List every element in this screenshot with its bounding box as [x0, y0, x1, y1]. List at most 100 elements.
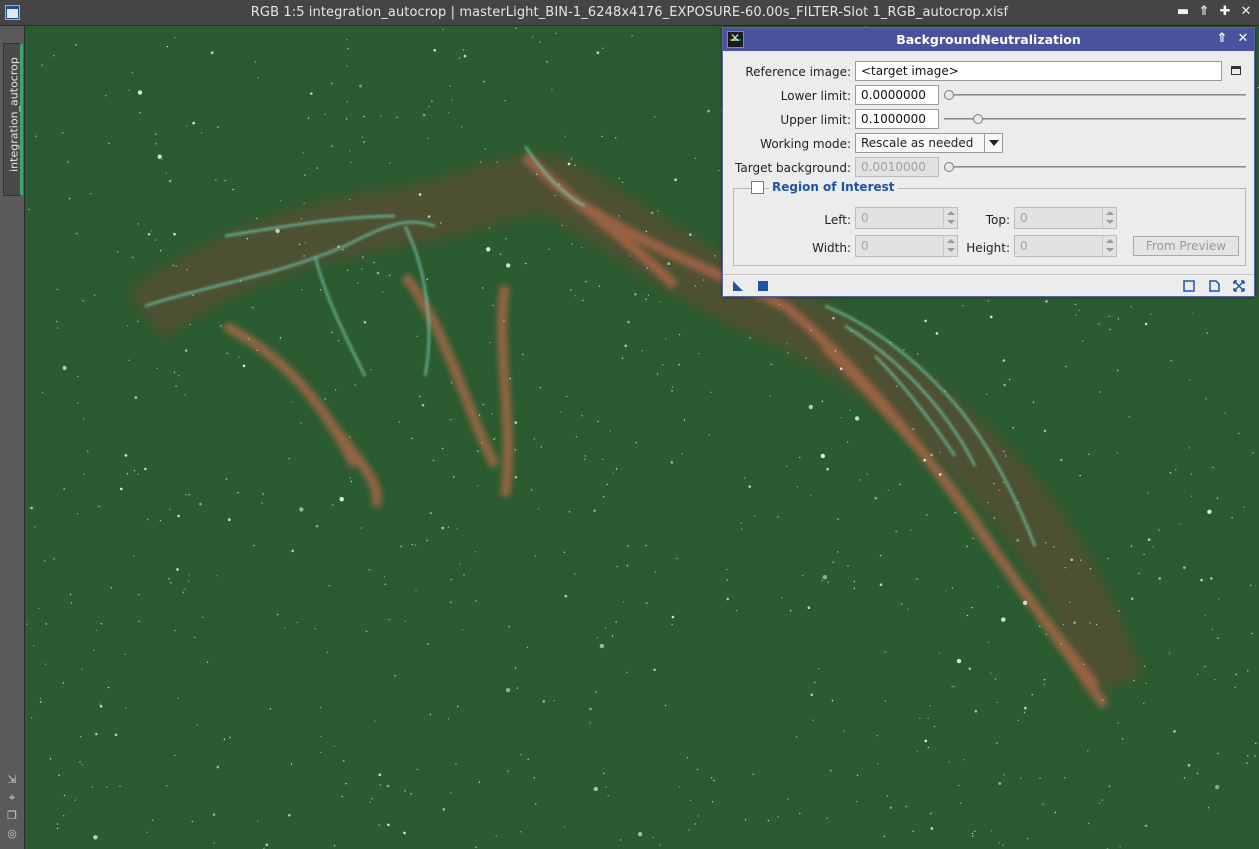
select-view-icon[interactable] — [1231, 66, 1241, 75]
star — [564, 826, 566, 828]
star — [461, 126, 463, 128]
dialog-title-bar[interactable]: BackgroundNeutralization ⇑ ✕ — [723, 28, 1254, 51]
star — [215, 179, 217, 181]
star — [346, 39, 348, 41]
shade-icon[interactable]: ⇑ — [1214, 31, 1230, 47]
star — [1062, 623, 1065, 626]
shade-icon[interactable]: ⇑ — [1196, 4, 1212, 20]
maximize-icon[interactable]: ✚ — [1217, 4, 1233, 20]
star — [315, 524, 319, 528]
star — [387, 823, 390, 827]
slider-knob[interactable] — [944, 90, 954, 100]
star — [482, 404, 484, 406]
target-background-slider[interactable] — [944, 162, 1246, 172]
star — [1042, 803, 1044, 805]
star — [206, 661, 209, 663]
roi-title[interactable]: Region of Interest — [769, 180, 898, 194]
star — [990, 830, 992, 832]
star — [388, 274, 391, 276]
star — [581, 247, 583, 249]
browse-documentation-icon[interactable] — [1183, 280, 1195, 292]
lower-limit-slider[interactable] — [944, 90, 1246, 100]
close-icon[interactable]: ✕ — [1238, 4, 1254, 20]
star — [678, 364, 680, 366]
chevron-down-icon[interactable] — [984, 134, 1002, 152]
star — [966, 614, 969, 617]
star — [265, 843, 269, 847]
star — [622, 601, 625, 603]
star — [1088, 453, 1090, 455]
star — [174, 36, 176, 39]
slider-knob[interactable] — [973, 114, 983, 124]
star — [349, 436, 351, 438]
star — [938, 473, 942, 476]
fit-icon[interactable]: ⇲ — [6, 774, 18, 786]
roi-checkbox[interactable] — [751, 181, 764, 194]
roi-left-input[interactable]: 0 — [855, 207, 958, 229]
upper-limit-input[interactable]: 0.1000000 — [855, 109, 939, 129]
minimize-icon[interactable]: ▬ — [1175, 4, 1191, 20]
zoom-icon[interactable]: ⌖ — [6, 792, 18, 804]
reset-icon[interactable] — [1233, 280, 1245, 292]
star — [404, 620, 406, 622]
star — [962, 305, 964, 307]
star — [192, 294, 194, 296]
star — [589, 722, 591, 724]
star — [133, 555, 135, 557]
star — [262, 493, 264, 495]
star — [349, 477, 351, 479]
star — [621, 357, 624, 359]
star — [958, 784, 960, 787]
star — [483, 80, 486, 83]
star — [678, 334, 681, 336]
working-mode-select[interactable]: Rescale as needed — [855, 133, 1003, 153]
star — [850, 330, 853, 332]
star — [184, 349, 188, 352]
stepper-icon[interactable] — [943, 208, 957, 228]
target-background-input[interactable]: 0.0010000 — [855, 157, 939, 177]
stepper-icon[interactable] — [1102, 208, 1116, 228]
view-tab-integration-autocrop[interactable]: integration_autocrop — [3, 43, 23, 196]
star — [1235, 673, 1238, 676]
settings-icon[interactable]: ◎ — [6, 828, 18, 840]
star — [188, 493, 190, 496]
star — [603, 772, 605, 774]
star — [615, 468, 618, 470]
star — [476, 485, 479, 487]
new-instance-icon[interactable] — [732, 280, 744, 292]
star — [210, 51, 214, 54]
star — [917, 353, 919, 355]
star — [1205, 398, 1207, 400]
dialog-close-icon[interactable]: ✕ — [1235, 31, 1251, 47]
apply-global-icon[interactable] — [757, 280, 769, 292]
star — [830, 770, 832, 772]
copy-icon[interactable]: ❐ — [6, 810, 18, 822]
star — [1224, 412, 1226, 414]
lower-limit-input[interactable]: 0.0000000 — [855, 85, 939, 105]
from-preview-button[interactable]: From Preview — [1133, 236, 1239, 256]
star — [319, 706, 322, 709]
star — [1079, 474, 1081, 477]
reference-image-field[interactable]: <target image> — [855, 61, 1222, 81]
stepper-icon[interactable] — [1102, 236, 1116, 256]
star — [240, 280, 242, 282]
star — [217, 126, 219, 128]
star — [177, 697, 179, 699]
window-title-bar[interactable]: RGB 1:5 integration_autocrop | masterLig… — [0, 0, 1259, 26]
star — [40, 701, 42, 703]
star — [494, 437, 496, 439]
star — [403, 831, 406, 835]
roi-width-input[interactable]: 0 — [855, 235, 958, 257]
roi-height-input[interactable]: 0 — [1014, 235, 1117, 257]
star — [933, 726, 936, 728]
star — [168, 179, 172, 183]
upper-limit-slider[interactable] — [944, 114, 1246, 124]
star — [1026, 837, 1029, 840]
track-view-icon[interactable] — [1208, 280, 1220, 292]
background-neutralization-dialog[interactable]: BackgroundNeutralization ⇑ ✕ Reference i… — [722, 27, 1255, 297]
star — [95, 732, 98, 736]
star — [192, 121, 195, 125]
star — [1214, 784, 1220, 790]
roi-top-input[interactable]: 0 — [1014, 207, 1117, 229]
slider-knob[interactable] — [944, 162, 954, 172]
